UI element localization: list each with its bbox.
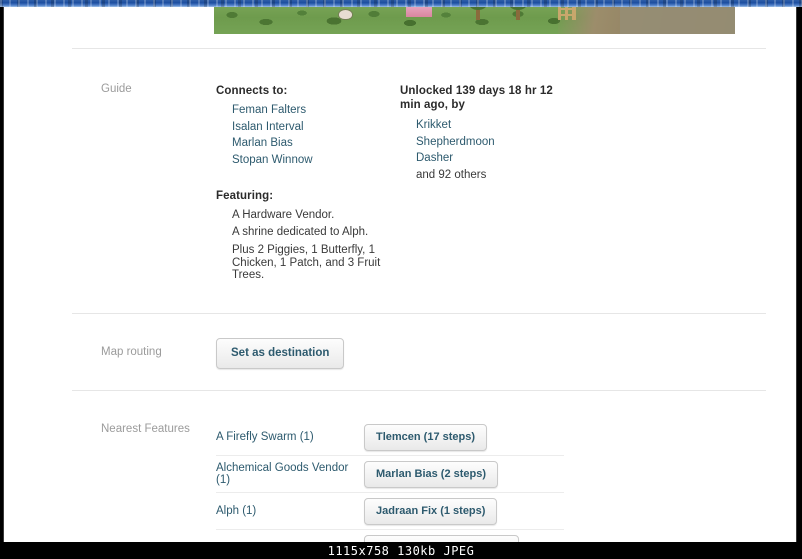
unlockers-more-count: and 92 others <box>416 168 487 181</box>
route-button[interactable]: Tlemcen (17 steps) <box>364 423 488 451</box>
divider-above-map-routing <box>72 313 766 314</box>
banner-bushes <box>214 7 590 32</box>
table-row: Alchemical Goods Vendor (1) Marlan Bias … <box>216 455 564 492</box>
window-titlebar <box>0 0 802 7</box>
location-banner-image <box>214 7 735 34</box>
nearest-feature-route-cell: Stopan Winnow (2 steps) <box>364 534 564 542</box>
unlocker-link[interactable]: Shepherdmoon <box>416 134 580 151</box>
section-label-guide: Guide <box>101 83 132 95</box>
nearest-feature-name[interactable]: A Firefly Swarm (1) <box>216 431 364 443</box>
nearest-feature-name[interactable]: Alchemical Goods Vendor (1) <box>216 462 364 486</box>
section-label-map-routing: Map routing <box>101 346 162 358</box>
divider-above-nearest-features <box>72 390 766 391</box>
banner-tree-icon <box>469 7 487 20</box>
map-routing-controls: Set as destination <box>216 338 345 369</box>
image-info-statusbar: 1115x758 130kb JPEG <box>0 542 802 559</box>
nearest-feature-route-cell: Marlan Bias (2 steps) <box>364 460 564 488</box>
divider-above-guide <box>72 48 766 49</box>
guide-connects-column: Connects to: Feman Falters Isalan Interv… <box>216 85 391 168</box>
banner-tree-icon <box>509 7 527 20</box>
nearest-feature-route-cell: Jadraan Fix (1 steps) <box>364 497 564 525</box>
connects-link[interactable]: Stopan Winnow <box>232 152 391 169</box>
table-row: Alph (1) Jadraan Fix (1 steps) <box>216 492 564 529</box>
nearest-feature-route-cell: Tlemcen (17 steps) <box>364 423 564 451</box>
table-row: Animal Goods Vendor (1) Stopan Winnow (2… <box>216 529 564 542</box>
unlocker-link[interactable]: Dasher <box>416 150 580 167</box>
guide-featuring-column: Featuring: A Hardware Vendor. A shrine d… <box>216 190 396 282</box>
connects-to-heading: Connects to: <box>216 85 288 97</box>
table-row: A Firefly Swarm (1) Tlemcen (17 steps) <box>216 419 564 455</box>
image-viewer-window: Guide Connects to: Feman Falters Isalan … <box>0 0 802 559</box>
connects-link[interactable]: Isalan Interval <box>232 119 391 136</box>
unlocker-link[interactable]: Krikket <box>416 117 580 134</box>
guide-unlocked-column: Unlocked 139 days 18 hr 12 min ago, by K… <box>400 85 580 183</box>
image-info-text: 1115x758 130kb JPEG <box>327 543 475 558</box>
unlocked-heading: Unlocked 139 days 18 hr 12 min ago, by <box>400 85 553 111</box>
set-as-destination-button[interactable]: Set as destination <box>216 338 345 369</box>
route-button[interactable]: Marlan Bias (2 steps) <box>364 460 499 488</box>
banner-shrine-icon <box>406 7 432 17</box>
featuring-item: Plus 2 Piggies, 1 Butterfly, 1 Chicken, … <box>232 244 381 282</box>
banner-rock-wall <box>620 7 735 34</box>
titlebar-texture <box>0 0 802 7</box>
route-button[interactable]: Stopan Winnow (2 steps) <box>364 534 519 542</box>
featuring-heading: Featuring: <box>216 190 274 202</box>
connects-link[interactable]: Marlan Bias <box>232 135 391 152</box>
route-button[interactable]: Jadraan Fix (1 steps) <box>364 497 498 525</box>
nearest-feature-name[interactable]: Alph (1) <box>216 505 364 517</box>
nearest-features-table: A Firefly Swarm (1) Tlemcen (17 steps) A… <box>216 419 564 542</box>
banner-fence-icon <box>558 7 576 20</box>
featuring-item: A Hardware Vendor. <box>232 209 335 221</box>
banner-piggy-icon <box>339 10 352 19</box>
featuring-item: A shrine dedicated to Alph. <box>232 225 369 238</box>
connects-link[interactable]: Feman Falters <box>232 102 391 119</box>
section-label-nearest-features: Nearest Features <box>101 423 190 435</box>
page-canvas: Guide Connects to: Feman Falters Isalan … <box>3 7 797 542</box>
